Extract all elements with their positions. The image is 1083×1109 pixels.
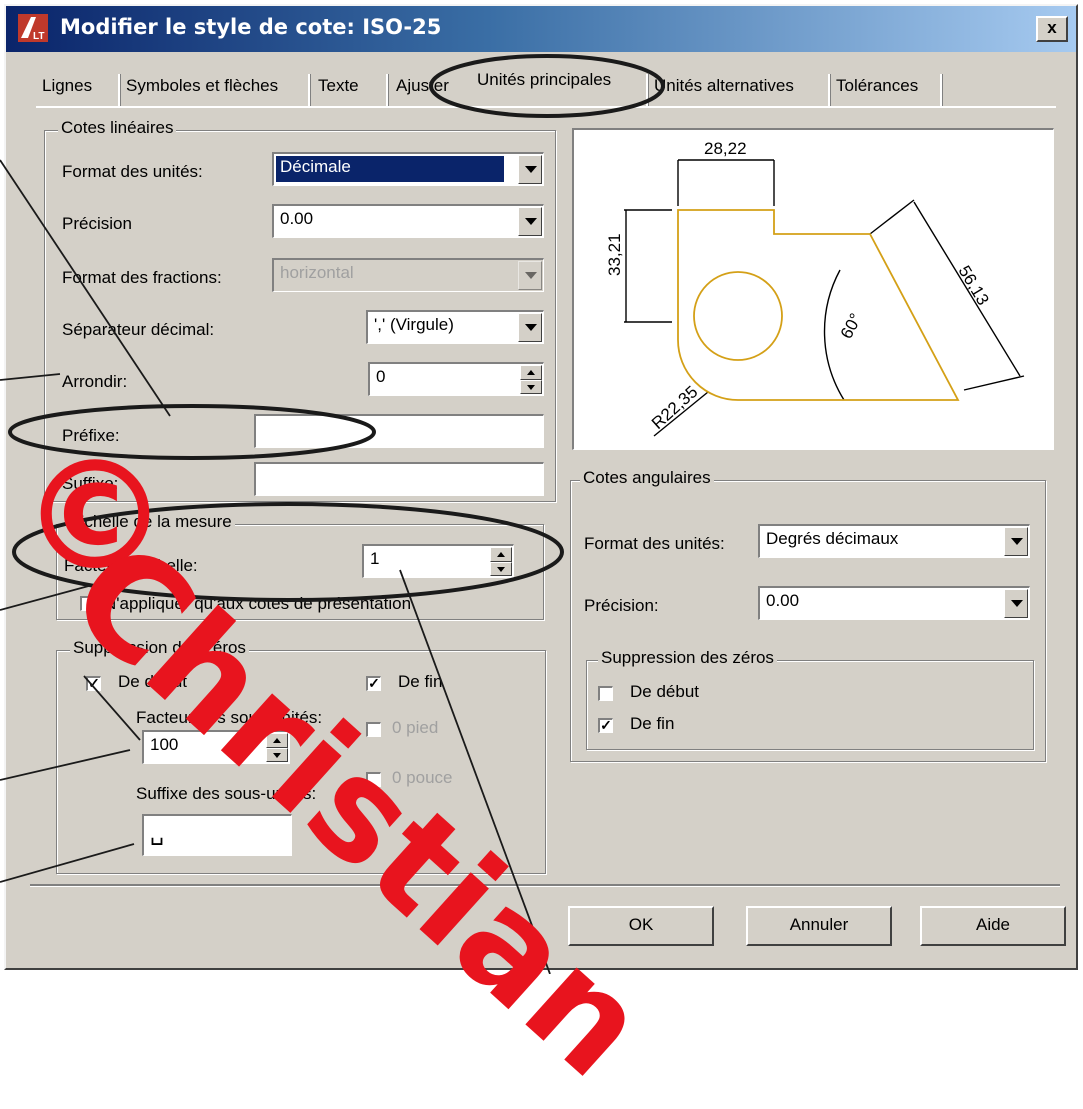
pointer-line [0, 583, 97, 611]
pointer-line [0, 843, 135, 883]
tab-highlight-ellipse [429, 54, 665, 118]
pointer-line [399, 569, 551, 974]
prefix-highlight-ellipse [8, 404, 376, 460]
pointer-line [0, 749, 131, 781]
pointer-line [83, 675, 141, 741]
scale-highlight-ellipse [12, 502, 564, 602]
annotation-overlay [0, 54, 665, 974]
pointer-line [0, 373, 61, 381]
